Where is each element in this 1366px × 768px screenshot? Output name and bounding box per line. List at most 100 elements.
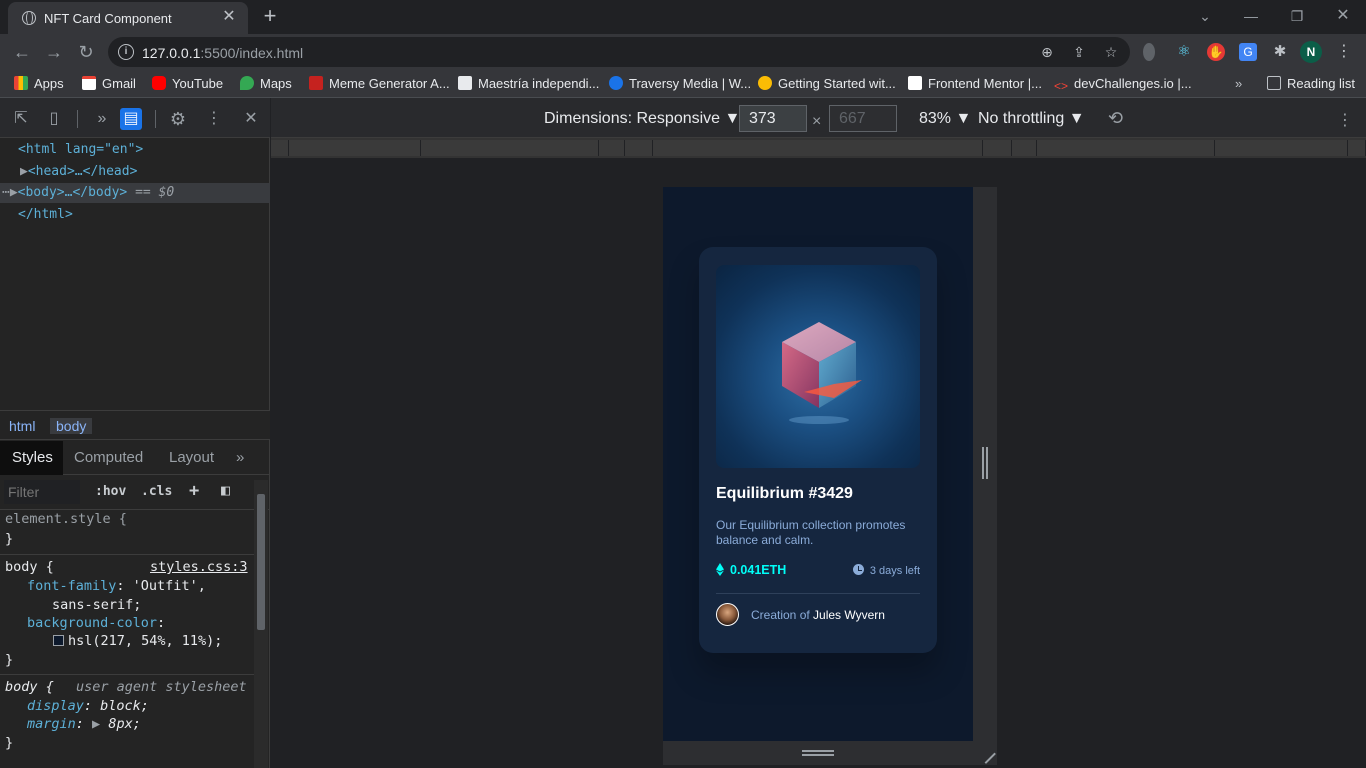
extension-mouse-icon[interactable] — [1143, 43, 1155, 61]
extensions-puzzle-icon[interactable]: ✱ — [1271, 43, 1289, 61]
ruler-segment[interactable] — [599, 140, 625, 156]
devtools-menu-icon[interactable]: ⋮ — [203, 108, 225, 130]
ruler-segment[interactable] — [1012, 140, 1037, 156]
tab-styles[interactable]: Styles — [0, 441, 63, 475]
dimensions-select[interactable]: Dimensions: Responsive ▼ — [544, 110, 740, 128]
site-info-icon[interactable]: i — [118, 44, 134, 60]
device-resize-handle-corner[interactable] — [973, 741, 997, 765]
tab-computed[interactable]: Computed — [74, 441, 143, 475]
close-window-button[interactable]: ✕ — [1331, 4, 1355, 28]
ruler-segment[interactable] — [421, 140, 599, 156]
font-family-declaration[interactable]: font-family: 'Outfit', — [27, 577, 206, 596]
close-tab-icon[interactable]: ✕ — [220, 8, 238, 26]
device-toggle-icon[interactable]: ▯ — [43, 108, 65, 130]
device-options-icon[interactable]: ⋮ — [1337, 110, 1353, 130]
nft-image[interactable] — [716, 265, 920, 468]
element-style-rule[interactable]: element.style { — [5, 510, 127, 529]
margin-declaration[interactable]: margin: ▶ 8px; — [27, 715, 141, 734]
expand-triangle-icon[interactable]: ▶ — [92, 716, 100, 732]
bookmark-star-icon[interactable]: ☆ — [1102, 43, 1120, 61]
tab-layout[interactable]: Layout — [169, 441, 214, 475]
tab-search-icon[interactable]: ⌄ — [1193, 4, 1217, 28]
browser-tab[interactable]: NFT Card Component ✕ — [8, 2, 248, 34]
inspect-element-icon[interactable]: ⇱ — [10, 108, 32, 130]
close-devtools-icon[interactable]: ✕ — [240, 108, 262, 130]
back-button[interactable]: ← — [10, 40, 34, 64]
issues-icon[interactable]: ▤ — [120, 108, 142, 130]
height-input[interactable] — [829, 105, 897, 132]
settings-gear-icon[interactable]: ⚙ — [167, 108, 189, 130]
styles-filter-input[interactable] — [4, 480, 80, 504]
dom-node-html-close[interactable]: </html> — [18, 205, 73, 225]
background-color-declaration[interactable]: background-color: — [27, 614, 165, 633]
property-value: 8px; — [108, 716, 141, 732]
expand-triangle-icon[interactable]: ▶ — [10, 185, 18, 200]
rotate-icon[interactable]: ⟲ — [1108, 108, 1123, 129]
share-icon[interactable]: ⇪ — [1070, 43, 1088, 61]
bookmark-maestria[interactable]: Maestría independi... — [458, 76, 599, 92]
scrollbar-thumb[interactable] — [257, 494, 265, 630]
device-resize-handle-right[interactable] — [973, 187, 997, 741]
nft-title[interactable]: Equilibrium #3429 — [716, 485, 853, 503]
dom-node-html[interactable]: <html lang="en"> — [18, 140, 143, 160]
bookmark-maps[interactable]: Maps — [240, 76, 292, 92]
class-toggle[interactable]: .cls — [141, 484, 172, 499]
ruler-segment[interactable] — [625, 140, 653, 156]
breadcrumb-body[interactable]: body — [50, 418, 93, 434]
stylesheet-link[interactable]: styles.css:3 — [150, 558, 248, 577]
ruler-segment[interactable] — [1348, 140, 1366, 156]
bookmark-apps[interactable]: Apps — [14, 76, 64, 92]
forward-button[interactable]: → — [42, 40, 66, 64]
hover-state-toggle[interactable]: :hov — [95, 484, 126, 499]
new-tab-button[interactable]: + — [258, 4, 282, 28]
reload-button[interactable]: ↻ — [74, 40, 98, 64]
devtools-panel: ⇱ ▯ » ▤ ⚙ ⋮ ✕ <html lang="en"> ▶<head>…<… — [0, 98, 270, 768]
bookmark-devchallenges[interactable]: <> devChallenges.io |... — [1054, 76, 1192, 93]
profile-avatar[interactable]: N — [1300, 41, 1322, 63]
dom-node-head[interactable]: ▶<head>…</head> — [20, 162, 137, 182]
more-bookmarks-button[interactable]: » — [1235, 76, 1242, 92]
background-color-value[interactable]: hsl(217, 54%, 11%); — [53, 632, 222, 651]
react-devtools-icon[interactable]: ⚛ — [1175, 43, 1193, 61]
bookmark-youtube[interactable]: YouTube — [152, 76, 223, 92]
adblock-icon[interactable]: ✋ — [1207, 43, 1225, 61]
ruler-segment[interactable] — [983, 140, 1012, 156]
ruler-segment[interactable] — [289, 140, 421, 156]
equilibrium-cube-image — [782, 322, 862, 424]
zoom-icon[interactable]: ⊕ — [1038, 43, 1056, 61]
zoom-select[interactable]: 83% ▼ — [919, 110, 971, 128]
styles-scrollbar[interactable] — [254, 480, 268, 768]
ruler-segment[interactable] — [653, 140, 983, 156]
reading-list-button[interactable]: Reading list — [1267, 76, 1355, 92]
google-translate-icon[interactable]: G — [1239, 43, 1257, 61]
body-rule-selector[interactable]: body { — [5, 558, 54, 577]
breadcrumb-html[interactable]: html — [9, 418, 35, 434]
color-swatch-icon[interactable] — [53, 635, 64, 646]
width-input[interactable] — [739, 105, 807, 132]
ruler-segment[interactable] — [1037, 140, 1215, 156]
ruler-segment[interactable] — [271, 140, 289, 156]
throttling-select[interactable]: No throttling ▼ — [978, 110, 1085, 128]
node-actions-icon[interactable]: ⋯ — [2, 185, 10, 200]
restore-button[interactable]: ❐ — [1285, 4, 1309, 28]
bookmark-label: Maps — [260, 76, 292, 91]
more-panes-icon[interactable]: » — [236, 441, 244, 475]
bookmark-traversy[interactable]: Traversy Media | W... — [609, 76, 751, 92]
bookmark-frontend-mentor[interactable]: Frontend Mentor |... — [908, 76, 1042, 92]
browser-menu-icon[interactable]: ⋮ — [1335, 43, 1353, 61]
address-bar[interactable]: i 127.0.0.1:5500/index.html ⊕ ⇪ ☆ — [108, 37, 1130, 67]
expand-triangle-icon[interactable]: ▶ — [20, 164, 28, 179]
display-declaration[interactable]: display: block; — [27, 697, 149, 716]
creator-name-link[interactable]: Jules Wyvern — [813, 608, 885, 622]
dom-node-body[interactable]: ⋯▶<body>…</body> == $0 — [2, 183, 174, 203]
ruler-segment[interactable] — [1215, 140, 1348, 156]
bookmark-gmail[interactable]: Gmail — [82, 76, 136, 92]
ua-rule-selector[interactable]: body { — [5, 678, 54, 697]
toggle-sidebar-icon[interactable]: ◧ — [221, 481, 230, 499]
more-tabs-icon[interactable]: » — [91, 108, 113, 130]
bookmark-getting-started[interactable]: Getting Started wit... — [758, 76, 896, 92]
minimize-button[interactable]: — — [1239, 4, 1263, 28]
bookmark-meme-generator[interactable]: Meme Generator A... — [309, 76, 450, 92]
new-style-rule-icon[interactable]: + — [189, 481, 199, 501]
device-resize-handle-bottom[interactable] — [663, 741, 973, 765]
